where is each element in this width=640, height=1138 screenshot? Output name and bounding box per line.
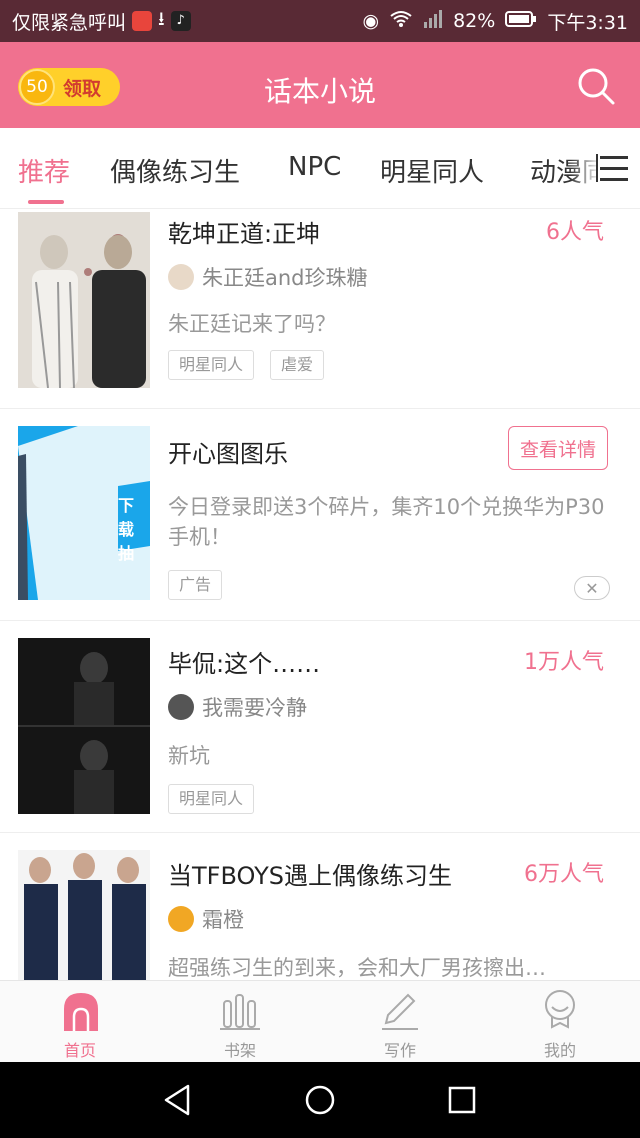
story-description: 超强练习生的到来，会和大厂男孩擦出… (168, 956, 546, 980)
nav-label: 写作 (383, 1041, 416, 1060)
author-row[interactable]: 霜橙 (168, 904, 244, 934)
nav-home[interactable]: 首页 (0, 981, 160, 1063)
genre-tag[interactable]: 明星同人 (168, 350, 255, 380)
avatar (168, 264, 194, 290)
view-details-button[interactable]: 查看详情 (508, 426, 608, 470)
story-cover (18, 638, 150, 814)
author-name: 我需要冷静 (202, 696, 307, 720)
story-title: 乾坤正道:正坤 (168, 220, 321, 248)
avatar (168, 906, 194, 932)
home-circle-icon[interactable] (304, 1084, 336, 1116)
story-cover (18, 212, 150, 388)
bookshelf-icon (220, 994, 260, 1030)
close-ad-button[interactable]: ✕ (574, 576, 610, 600)
nav-bookshelf[interactable]: 书架 (160, 981, 320, 1063)
nav-profile[interactable]: 我的 (480, 981, 640, 1063)
nav-label: 首页 (63, 1041, 96, 1060)
profile-icon (545, 990, 575, 1029)
menu-divider (596, 154, 598, 182)
story-card[interactable]: 毕侃:这个…… 1万人气 我需要冷静 新坑 明星同人 (0, 620, 640, 833)
system-navigation-bar (0, 1062, 640, 1138)
popularity-count: 6万人气 (524, 862, 604, 887)
ad-title: 开心图图乐 (168, 440, 288, 468)
tab-star-fanfic[interactable]: 明星同人 (380, 152, 484, 189)
popularity-count: 6人气 (546, 220, 604, 245)
status-bar: 仅限紧急呼叫 ⭳ ♪ ◉ 82% 下午3:31 (0, 0, 640, 42)
nav-write[interactable]: 写作 (320, 981, 480, 1063)
close-icon: ✕ (585, 578, 599, 598)
tab-npc[interactable]: NPC (288, 152, 341, 182)
pen-icon (382, 993, 418, 1030)
search-button[interactable] (576, 66, 616, 106)
story-list: 乾坤正道:正坤 6人气 朱正廷and珍珠糖 朱正廷记来了吗？ 明星同人 虐爱 下… (0, 208, 640, 980)
eye-icon: ◉ (362, 10, 380, 32)
ad-label: 广告 (168, 570, 223, 600)
genre-tag[interactable]: 虐爱 (270, 350, 325, 380)
story-card[interactable]: 当TFBOYS遇上偶像练习生 6万人气 霜橙 超强练习生的到来，会和大厂男孩擦出… (0, 832, 640, 980)
ad-description: 今日登录即送3个碎片，集齐10个兑换华为P30手机！ (168, 495, 605, 549)
tab-idol-trainee[interactable]: 偶像练习生 (110, 152, 240, 189)
author-name: 朱正廷and珍珠糖 (202, 266, 368, 290)
battery-percent: 82% (453, 10, 496, 32)
ad-cover-text: 下载 抽 (118, 496, 135, 563)
ad-card[interactable]: 下载 抽 开心图图乐 查看详情 今日登录即送3个碎片，集齐10个兑换华为P30手… (0, 408, 640, 621)
popularity-count: 1万人气 (524, 650, 604, 675)
download-icon: ⭳ (158, 8, 165, 30)
app-header: 50 领取 话本小说 (0, 42, 640, 128)
tiktok-icon: ♪ (170, 11, 191, 31)
bottom-navigation: 首页 书架 写作 我的 (0, 980, 640, 1063)
category-tabs: 推荐 偶像练习生 NPC 明星同人 动漫同人 (0, 128, 640, 209)
tab-recommended[interactable]: 推荐 (18, 152, 70, 189)
recent-apps-icon[interactable] (448, 1086, 476, 1114)
story-description: 朱正廷记来了吗？ (168, 312, 336, 336)
search-icon (578, 68, 615, 105)
story-description: 新坑 (168, 744, 210, 768)
category-menu-button[interactable] (596, 128, 640, 208)
author-name: 霜橙 (202, 908, 244, 932)
signal-icon (423, 9, 443, 33)
app-title: 话本小说 (263, 75, 376, 108)
genre-tag[interactable]: 明星同人 (168, 784, 255, 814)
home-icon (64, 993, 98, 1031)
story-title: 毕侃:这个…… (168, 650, 321, 678)
author-row[interactable]: 朱正廷and珍珠糖 (168, 262, 368, 292)
nav-label: 我的 (543, 1041, 576, 1060)
nav-label: 书架 (223, 1041, 256, 1060)
story-cover (18, 850, 150, 980)
author-row[interactable]: 我需要冷静 (168, 692, 307, 722)
story-card[interactable]: 乾坤正道:正坤 6人气 朱正廷and珍珠糖 朱正廷记来了吗？ 明星同人 虐爱 (0, 208, 640, 409)
battery-icon (505, 10, 537, 33)
wifi-icon (389, 10, 413, 33)
story-title: 当TFBOYS遇上偶像练习生 (168, 862, 452, 890)
video-app-icon (132, 11, 153, 31)
active-tab-indicator (28, 200, 64, 204)
ad-cover: 下载 抽 (18, 426, 150, 600)
back-icon[interactable] (162, 1084, 192, 1116)
status-carrier-text: 仅限紧急呼叫 (12, 11, 127, 34)
avatar (168, 694, 194, 720)
status-time: 下午3:31 (547, 11, 628, 34)
